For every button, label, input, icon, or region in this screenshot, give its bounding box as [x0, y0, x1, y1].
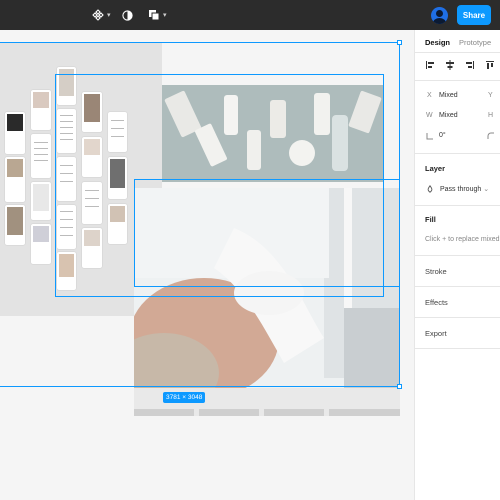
selection-dimensions-badge: 3781 × 3048 [163, 392, 206, 403]
blend-mode-icon [427, 185, 433, 193]
tab-design[interactable]: Design [425, 38, 450, 47]
top-toolbar: ▾ ▾ Share [0, 0, 500, 30]
chevron-down-icon: ▾ [163, 12, 167, 19]
contrast-icon [122, 9, 133, 21]
share-button[interactable]: Share [457, 5, 491, 25]
rotation-value-field[interactable]: 0° [439, 132, 446, 139]
divider [415, 80, 500, 81]
contrast-button[interactable] [122, 5, 133, 25]
rotation-icon [426, 133, 433, 140]
stroke-section-title[interactable]: Stroke [425, 267, 447, 276]
align-center-icon[interactable] [445, 60, 455, 70]
properties-panel: Design Prototype X Mixed Y W Mixed H 0° … [414, 30, 500, 500]
corner-radius-icon [487, 132, 494, 139]
effects-section-title[interactable]: Effects [425, 298, 448, 307]
blend-mode-select[interactable]: Pass through ⌄ [440, 185, 489, 193]
fill-hint: Click + to replace mixed [425, 236, 500, 243]
align-left-icon[interactable] [425, 60, 435, 70]
panel-tabs: Design Prototype [425, 38, 491, 47]
component-icon [92, 9, 104, 21]
resize-handle-top-right[interactable] [397, 40, 402, 45]
export-section-title[interactable]: Export [425, 329, 447, 338]
x-label: X [427, 92, 432, 99]
divider [415, 205, 500, 206]
component-tool-button[interactable]: ▾ [92, 5, 111, 25]
selection-bounding-box[interactable] [0, 42, 400, 387]
w-value-field[interactable]: Mixed [439, 112, 458, 119]
blend-mode-value: Pass through [440, 186, 482, 193]
divider [415, 317, 500, 318]
alignment-row [425, 60, 500, 72]
divider [415, 52, 500, 53]
canvas[interactable]: 3781 × 3048 [0, 30, 414, 500]
fill-section-title: Fill [425, 215, 436, 224]
chevron-down-icon: ▾ [107, 12, 111, 19]
align-top-icon[interactable] [485, 60, 495, 70]
layers-tool-button[interactable]: ▾ [148, 5, 167, 25]
x-value-field[interactable]: Mixed [439, 92, 458, 99]
user-avatar-icon[interactable] [431, 7, 448, 24]
divider [415, 153, 500, 154]
divider [415, 286, 500, 287]
divider [415, 255, 500, 256]
w-label: W [426, 112, 433, 119]
layers-icon [149, 10, 160, 21]
h-label: H [488, 112, 494, 119]
chevron-down-icon: ⌄ [483, 186, 490, 193]
divider [415, 348, 500, 349]
align-right-icon[interactable] [465, 60, 475, 70]
resize-handle-bottom-right[interactable] [397, 384, 402, 389]
y-label: Y [488, 92, 493, 99]
tab-prototype[interactable]: Prototype [459, 38, 491, 47]
layer-section-title: Layer [425, 164, 446, 173]
